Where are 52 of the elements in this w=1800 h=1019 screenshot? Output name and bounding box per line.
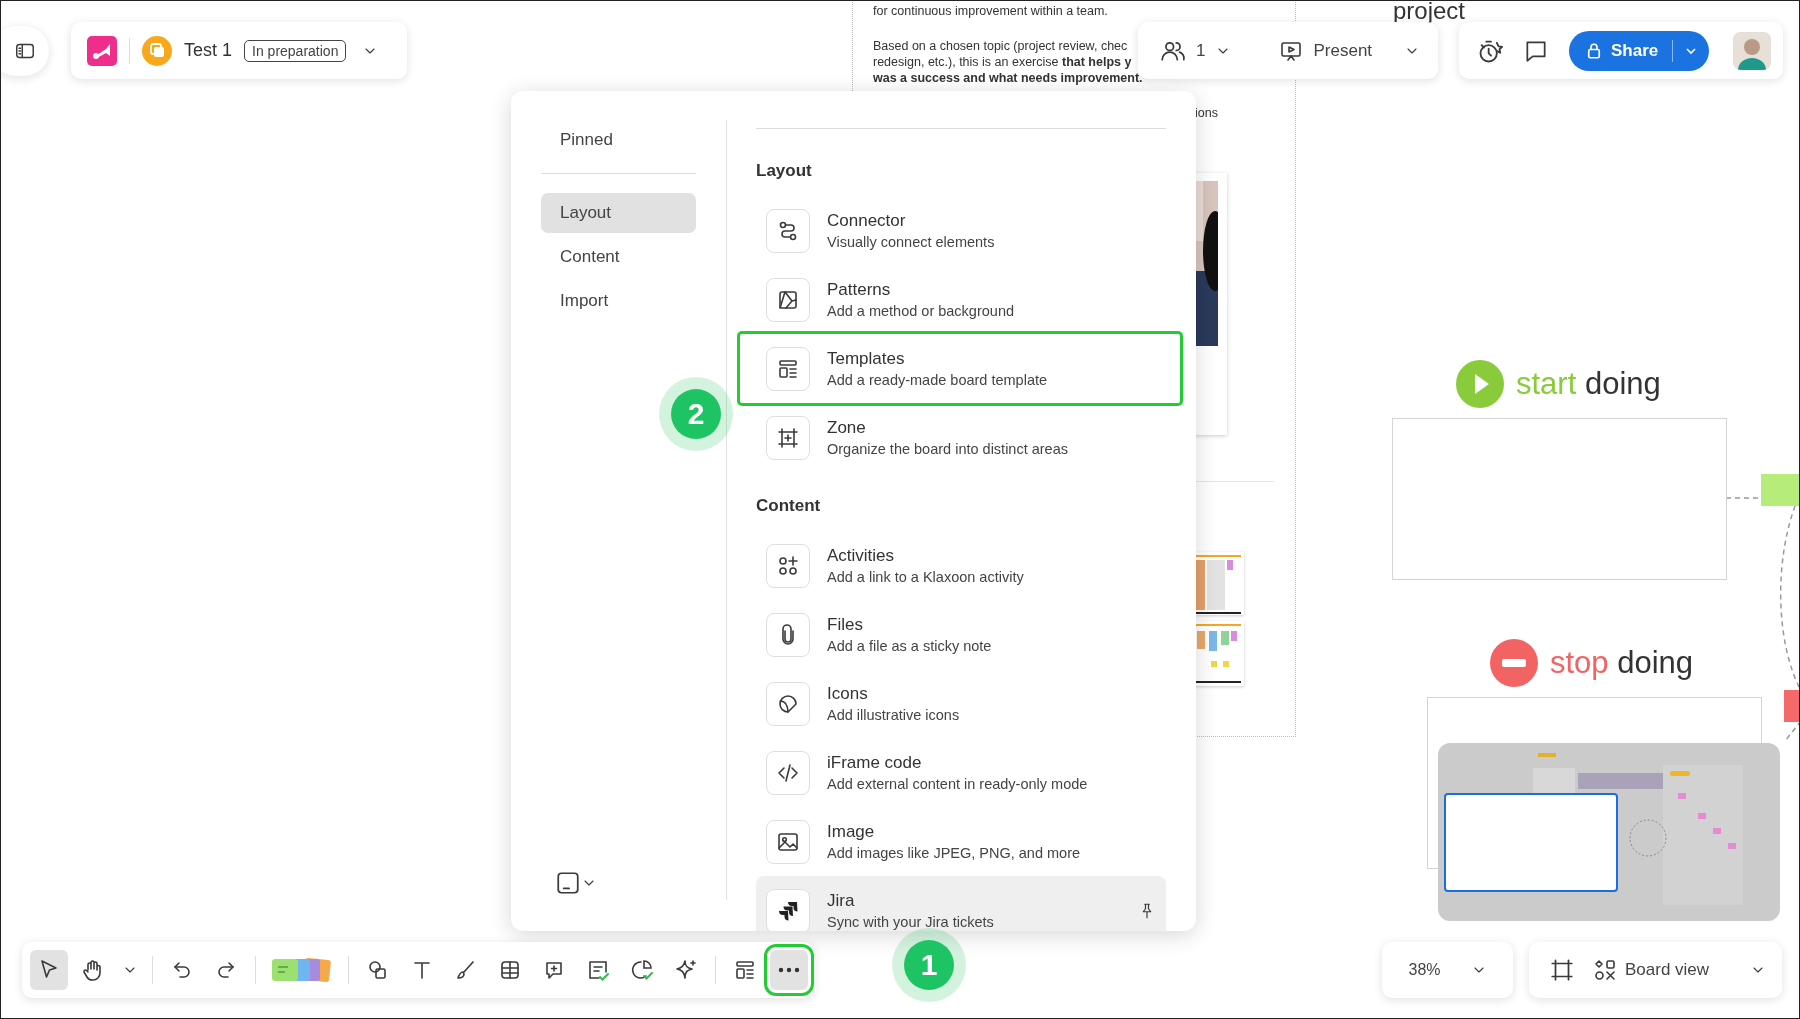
document-text: ions	[1195, 106, 1218, 120]
section-title: stop doing	[1550, 645, 1694, 681]
table-icon	[498, 958, 522, 982]
menu-item[interactable]: Templates Add a ready-made board template	[756, 334, 1166, 403]
user-avatar[interactable]	[1733, 31, 1771, 70]
templates-icon	[733, 958, 757, 982]
pie-chart-icon	[630, 958, 654, 982]
activities-icon	[776, 553, 800, 578]
menu-category[interactable]: Content	[541, 237, 696, 277]
zoom-dropdown[interactable]: 38%	[1402, 960, 1493, 980]
play-icon	[1456, 360, 1504, 408]
zone-icon	[776, 425, 800, 450]
more-icon	[778, 967, 800, 973]
board-heading: project	[1393, 1, 1466, 23]
board-view-dropdown[interactable]: Board view	[1593, 958, 1766, 982]
document-text: Based on a chosen topic (project review, chec	[873, 39, 1128, 53]
menu-category[interactable]: Layout	[541, 193, 696, 233]
board-icon	[142, 35, 172, 66]
board-title: Test 1	[184, 40, 233, 61]
menu-item[interactable]: Zone Organize the board into distinct areas	[756, 403, 1166, 472]
app-logo	[87, 35, 117, 66]
document-text: for continuous improvement within a team.	[873, 4, 1108, 18]
minus-icon	[1490, 639, 1538, 687]
menu-item[interactable]: Icons Add illustrative icons	[756, 669, 1166, 738]
frame-icon	[1549, 957, 1575, 983]
sparkle-icon	[674, 958, 698, 982]
menu-item[interactable]: iFrame code Add external content in ready-only mode	[756, 738, 1166, 807]
lock-icon	[1585, 41, 1603, 60]
share-button[interactable]: Share	[1569, 30, 1710, 71]
sticky-notes-icon	[270, 956, 334, 984]
document-text: redesign, etc.), this is an exercise that helps y	[873, 55, 1132, 69]
participants-button[interactable]: 1	[1156, 33, 1236, 68]
menu-item[interactable]: Patterns Add a method or background	[756, 265, 1166, 334]
viewport-frame[interactable]	[1444, 793, 1618, 892]
menu-item[interactable]: Files Add a file as a sticky note	[756, 600, 1166, 669]
board-view-icon	[1593, 958, 1617, 982]
section-heading: Layout	[756, 160, 813, 182]
section-heading: Content	[756, 495, 822, 517]
panel-icon	[555, 870, 581, 896]
tool-button[interactable]	[30, 950, 68, 990]
section-title: start doing	[1516, 366, 1661, 402]
document-text: was a success and what needs improvement.	[873, 71, 1143, 85]
menu-item[interactable]: Image Add images like JPEG, PNG, and more	[756, 807, 1166, 876]
menu-category[interactable]: Pinned	[541, 120, 696, 160]
step-badge: 1	[904, 940, 954, 990]
menu-item[interactable]: Jira Sync with your Jira tickets	[756, 876, 1166, 931]
present-button[interactable]: Present	[1275, 34, 1377, 67]
menu-category[interactable]: Import	[541, 281, 696, 321]
menu-item[interactable]: Connector Visually connect elements	[756, 196, 1166, 265]
menu-item[interactable]: Activities Add a link to a Klaxoon activity	[756, 531, 1166, 600]
status-badge: In preparation	[244, 39, 347, 62]
checklist-icon	[586, 958, 610, 982]
